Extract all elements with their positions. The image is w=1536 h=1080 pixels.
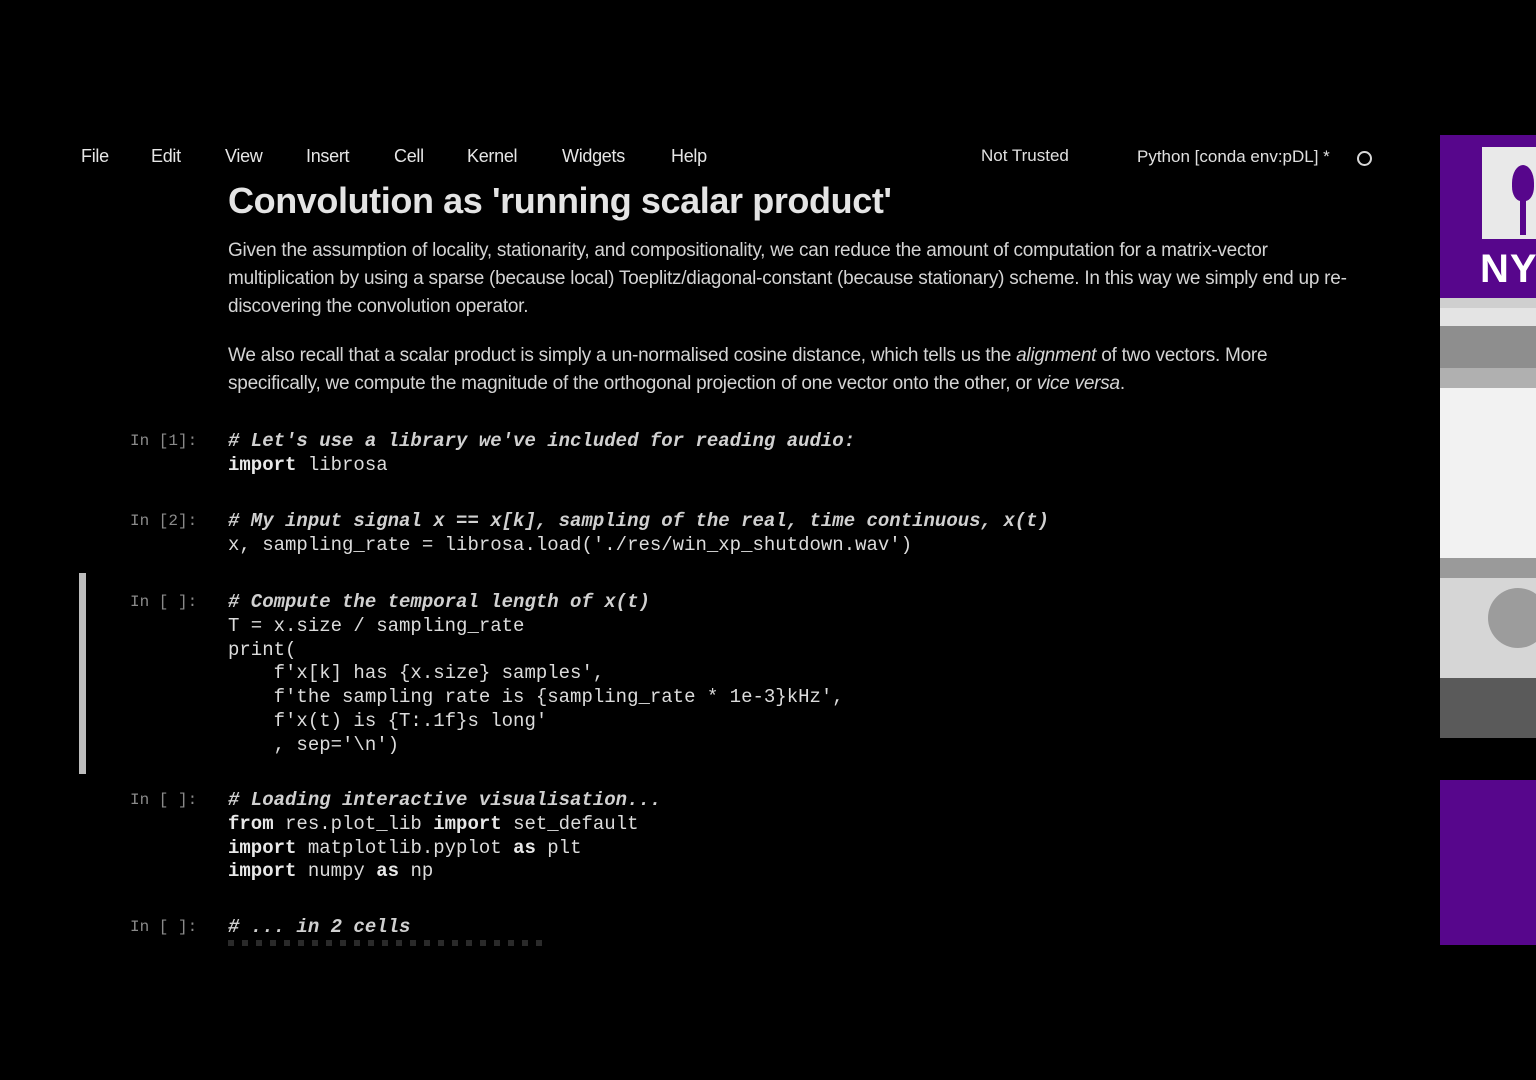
code-text: , sep='\n') — [228, 733, 400, 756]
code-keyword: from — [228, 812, 274, 835]
para2-text-a: We also recall that a scalar product is … — [228, 345, 1017, 366]
code-text: librosa — [296, 453, 388, 476]
code-text: set_default — [501, 812, 639, 835]
video-band — [1440, 738, 1536, 778]
code-text: plt — [535, 836, 582, 859]
para2-emphasis-alignment: alignment — [1016, 345, 1097, 366]
code-keyword: import — [433, 812, 502, 835]
menu-view[interactable]: View — [225, 146, 263, 167]
logo-text: NYU — [1480, 247, 1536, 291]
code-comment: # My input signal x == x[k], sampling of… — [228, 510, 1049, 532]
menu-edit[interactable]: Edit — [151, 146, 181, 167]
code-keyword: import — [228, 836, 297, 859]
cell-prompt: In [ ]: — [130, 791, 198, 809]
cell-code[interactable]: # Loading interactive visualisation... f… — [228, 789, 661, 884]
cell-prompt: In [2]: — [130, 512, 198, 530]
nyu-logo: NYU — [1440, 135, 1536, 298]
trusted-indicator[interactable]: Not Trusted — [981, 146, 1069, 166]
menu-bar: File Edit View Insert Cell Kernel Widget… — [0, 146, 1420, 172]
para2-text-c: . — [1119, 373, 1125, 394]
code-comment: # Loading interactive visualisation... — [228, 789, 662, 811]
video-band — [1440, 326, 1536, 368]
cell-prompt: In [ ]: — [130, 918, 198, 936]
code-text: T = x.size / sampling_rate — [228, 614, 525, 637]
code-text: x, sampling_rate = librosa.load('./res/w… — [228, 533, 913, 556]
markdown-paragraph-2: We also recall that a scalar product is … — [228, 342, 1348, 398]
kernel-name[interactable]: Python [conda env:pDL] * — [1137, 147, 1330, 167]
cell-code[interactable]: # Let's use a library we've included for… — [228, 430, 855, 478]
presenter-video-strip: NYU — [1440, 135, 1536, 945]
menu-help[interactable]: Help — [671, 146, 707, 167]
code-keyword: as — [376, 860, 400, 883]
code-text: matplotlib.pyplot — [296, 836, 514, 859]
cell-code[interactable]: # ... in 2 cells — [228, 916, 410, 940]
code-keyword: as — [513, 836, 536, 859]
para2-emphasis-vice-versa: vice versa — [1036, 373, 1120, 394]
torch-icon — [1482, 147, 1536, 239]
menu-insert[interactable]: Insert — [306, 146, 350, 167]
code-text: print( — [228, 638, 297, 661]
menu-cell[interactable]: Cell — [394, 146, 424, 167]
code-text: f'the sampling rate is {sampling_rate * … — [228, 686, 844, 709]
code-keyword: import — [228, 860, 297, 883]
menu-file[interactable]: File — [81, 146, 109, 167]
selected-cell-indicator — [79, 573, 86, 774]
brand-panel — [1440, 780, 1536, 945]
video-band — [1440, 368, 1536, 388]
code-text: numpy — [296, 860, 377, 883]
kernel-idle-icon — [1357, 151, 1372, 166]
menu-kernel[interactable]: Kernel — [467, 146, 518, 167]
classroom-video — [1440, 298, 1536, 778]
menu-widgets[interactable]: Widgets — [562, 146, 625, 167]
code-comment: # ... in 2 cells — [228, 916, 411, 938]
cell-prompt: In [ ]: — [130, 593, 198, 611]
video-band — [1440, 308, 1536, 326]
cell-prompt: In [1]: — [130, 432, 198, 450]
markdown-paragraph-1: Given the assumption of locality, statio… — [228, 240, 1347, 317]
code-text: np — [399, 860, 434, 883]
video-band — [1440, 558, 1536, 578]
code-text: f'x(t) is {T:.1f}s long' — [228, 709, 548, 732]
cell-code[interactable]: # My input signal x == x[k], sampling of… — [228, 510, 1049, 558]
torch-stem-shape — [1520, 199, 1526, 235]
video-band — [1440, 678, 1536, 738]
code-comment: # Compute the temporal length of x(t) — [228, 591, 650, 613]
code-keyword: import — [228, 453, 297, 476]
torch-flame-shape — [1512, 165, 1534, 201]
cell-code[interactable]: # Compute the temporal length of x(t) T … — [228, 591, 844, 758]
markdown-title: Convolution as 'running scalar product' — [228, 180, 892, 221]
code-text: f'x[k] has {x.size} samples', — [228, 662, 605, 685]
video-band — [1440, 388, 1536, 558]
cut-off-code-line — [228, 940, 548, 946]
code-text: res.plot_lib — [273, 812, 434, 835]
code-comment: # Let's use a library we've included for… — [228, 430, 856, 452]
